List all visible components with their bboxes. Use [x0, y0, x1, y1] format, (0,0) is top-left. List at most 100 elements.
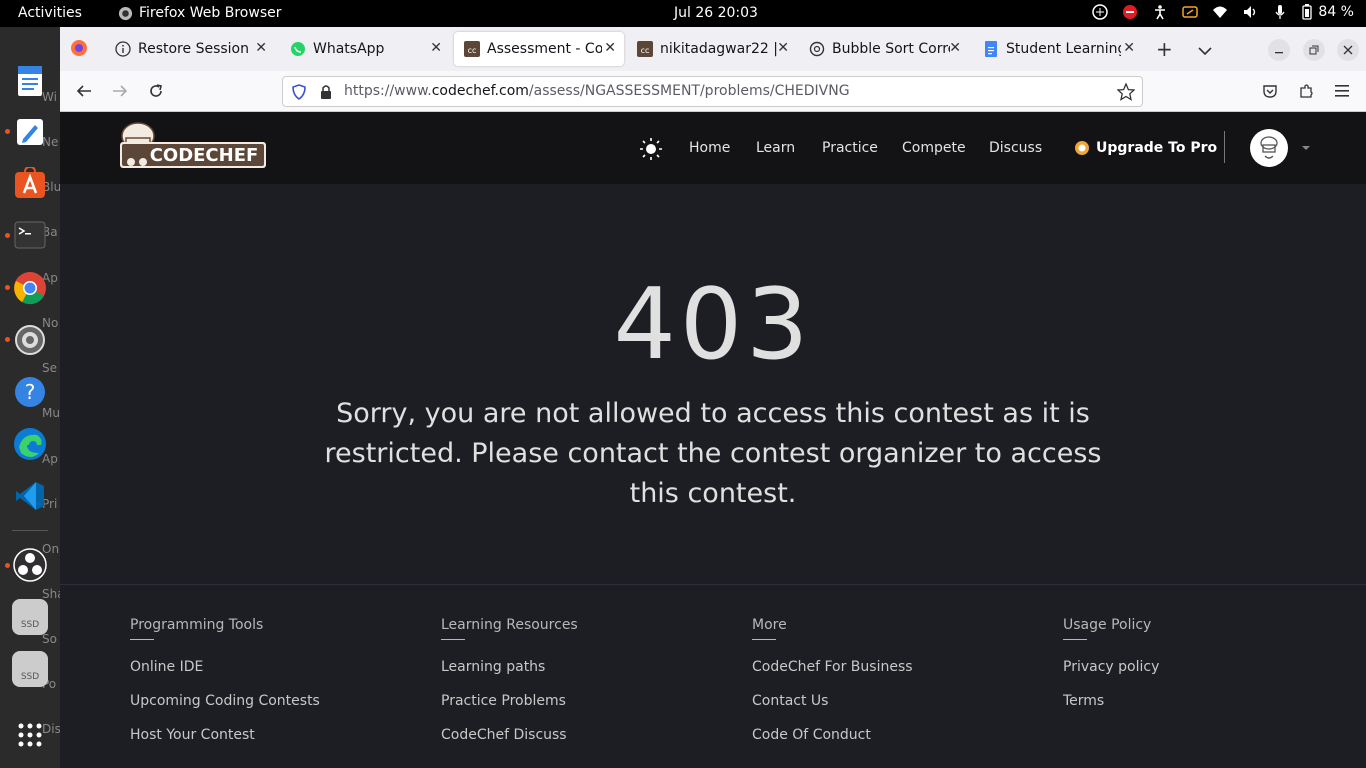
- tab-restore-session[interactable]: Restore Session ✕: [105, 32, 275, 66]
- footer-link-online-ide[interactable]: Online IDE: [130, 659, 320, 693]
- nav-home[interactable]: Home: [689, 140, 730, 156]
- footer-link-upcoming-contests[interactable]: Upcoming Coding Contests: [130, 693, 320, 727]
- upgrade-to-pro-link[interactable]: Upgrade To Pro: [1074, 140, 1217, 156]
- edge-dock-icon[interactable]: [12, 426, 48, 462]
- accessibility-icon[interactable]: [1152, 4, 1168, 20]
- footer-heading: Learning Resources: [441, 617, 578, 633]
- reload-icon[interactable]: [146, 81, 166, 101]
- footer-heading-underline: [441, 639, 465, 640]
- footer-column-more: More CodeChef For Business Contact Us Co…: [752, 617, 913, 761]
- close-tab-icon[interactable]: ✕: [604, 40, 616, 56]
- footer-link-codechef-for-business[interactable]: CodeChef For Business: [752, 659, 913, 693]
- hamburger-menu-icon[interactable]: [1332, 81, 1352, 101]
- footer-link-code-of-conduct[interactable]: Code Of Conduct: [752, 727, 913, 761]
- clock[interactable]: Jul 26 20:03: [674, 5, 758, 21]
- bookmark-star-icon[interactable]: [1116, 82, 1136, 105]
- tracking-protection-shield-icon[interactable]: [291, 84, 307, 104]
- close-tab-icon[interactable]: ✕: [1123, 40, 1135, 56]
- ssd-label: SSD: [20, 620, 40, 630]
- close-tab-icon[interactable]: ✕: [949, 40, 961, 56]
- list-all-tabs-icon[interactable]: [1198, 41, 1212, 60]
- running-indicator: [5, 129, 10, 134]
- firefox-small-icon: [118, 6, 133, 20]
- volume-icon[interactable]: [1242, 4, 1258, 20]
- vscode-dock-icon[interactable]: [12, 478, 48, 514]
- nav-compete[interactable]: Compete: [902, 140, 966, 156]
- footer-link-privacy-policy[interactable]: Privacy policy: [1063, 659, 1159, 693]
- theme-toggle-sun-icon[interactable]: [640, 138, 662, 164]
- close-tab-icon[interactable]: ✕: [777, 40, 789, 56]
- whatsapp-icon: [290, 41, 306, 57]
- chatgpt-icon: [809, 41, 825, 57]
- footer-link-host-contest[interactable]: Host Your Contest: [130, 727, 320, 761]
- logo-text: CODECHEF: [150, 145, 259, 166]
- extensions-icon[interactable]: [1296, 81, 1316, 101]
- upgrade-label: Upgrade To Pro: [1096, 140, 1218, 156]
- wifi-icon[interactable]: [1212, 4, 1228, 20]
- pocket-icon[interactable]: [1260, 81, 1280, 101]
- screenshot-icon[interactable]: [1092, 4, 1109, 20]
- footer-link-contact-us[interactable]: Contact Us: [752, 693, 913, 727]
- lock-icon[interactable]: [319, 84, 333, 104]
- footer-heading: Usage Policy: [1063, 617, 1152, 633]
- firefox-view-icon[interactable]: [70, 39, 88, 61]
- restore-window-icon[interactable]: [1303, 39, 1325, 61]
- tab-label: Restore Session: [138, 41, 249, 57]
- web-page: CODECHEF Home Learn Practice Compete Dis…: [60, 112, 1366, 768]
- dock-ghost-label: So: [42, 632, 57, 646]
- activities-button[interactable]: Activities: [18, 5, 82, 21]
- battery-icon: [1302, 4, 1313, 20]
- text-editor-dock-icon[interactable]: [12, 63, 48, 99]
- battery-label: 84 %: [1318, 4, 1354, 20]
- site-footer: Programming Tools Online IDE Upcoming Co…: [60, 584, 1366, 768]
- minimize-window-icon[interactable]: [1268, 39, 1290, 61]
- codechef-favicon-icon: cc: [637, 41, 653, 57]
- footer-link-learning-paths[interactable]: Learning paths: [441, 659, 578, 693]
- microphone-icon[interactable]: [1272, 4, 1288, 20]
- ssd-drive-dock-icon[interactable]: SSD: [12, 599, 48, 635]
- battery-indicator[interactable]: 84 %: [1302, 4, 1354, 20]
- terminal-dock-icon[interactable]: [12, 217, 48, 253]
- svg-text:?: ?: [25, 380, 36, 404]
- tab-assessment[interactable]: cc Assessment - Cod ✕: [454, 32, 624, 66]
- running-indicator: [5, 285, 10, 290]
- close-window-icon[interactable]: [1337, 39, 1359, 61]
- show-apps-grid-icon[interactable]: [12, 717, 48, 753]
- tab-label: Bubble Sort Corre: [832, 41, 950, 57]
- footer-heading-underline: [752, 639, 776, 640]
- dock: Wi Ne Blu Ba Ap No Se Mu Ap Pri On Sha S…: [0, 27, 65, 768]
- footer-link-codechef-discuss[interactable]: CodeChef Discuss: [441, 727, 578, 761]
- obs-dock-icon[interactable]: [12, 547, 48, 583]
- app-center-dock-icon[interactable]: [12, 165, 48, 201]
- new-tab-icon[interactable]: +: [1156, 37, 1173, 61]
- tab-student-learning[interactable]: Student Learning ✕: [973, 32, 1143, 66]
- help-dock-icon[interactable]: ?: [12, 374, 48, 410]
- chrome-dock-icon[interactable]: [12, 270, 48, 306]
- settings-dock-icon[interactable]: [12, 322, 48, 358]
- footer-link-terms[interactable]: Terms: [1063, 693, 1159, 727]
- back-arrow-icon[interactable]: [74, 81, 94, 101]
- screencast-icon[interactable]: [1182, 4, 1199, 20]
- tab-nikitadagwar22[interactable]: cc nikitadagwar22 | ✕: [627, 32, 797, 66]
- nav-practice[interactable]: Practice: [822, 140, 878, 156]
- account-menu-caret-icon[interactable]: [1302, 146, 1310, 150]
- notes-dock-icon[interactable]: [12, 114, 48, 150]
- forward-arrow-icon[interactable]: [110, 81, 130, 101]
- footer-link-practice-problems[interactable]: Practice Problems: [441, 693, 578, 727]
- tab-whatsapp[interactable]: WhatsApp ✕: [280, 32, 450, 66]
- ssd-drive-dock-icon[interactable]: SSD: [12, 651, 48, 687]
- url-domain: codechef.com: [431, 83, 529, 99]
- close-tab-icon[interactable]: ✕: [255, 40, 267, 56]
- url-bar[interactable]: https://www.codechef.com/assess/NGASSESS…: [282, 76, 1143, 107]
- app-menu[interactable]: Firefox Web Browser: [118, 5, 282, 21]
- codechef-logo[interactable]: CODECHEF: [118, 120, 268, 176]
- do-not-disturb-icon[interactable]: [1122, 4, 1138, 20]
- tab-bubble-sort[interactable]: Bubble Sort Corre ✕: [799, 32, 969, 66]
- close-tab-icon[interactable]: ✕: [430, 40, 442, 56]
- avatar[interactable]: [1250, 129, 1288, 167]
- nav-learn[interactable]: Learn: [756, 140, 795, 156]
- tab-label: Student Learning: [1006, 41, 1121, 57]
- system-tray[interactable]: 84 %: [1092, 4, 1354, 20]
- nav-discuss[interactable]: Discuss: [989, 140, 1042, 156]
- codechef-favicon-icon: cc: [464, 41, 480, 57]
